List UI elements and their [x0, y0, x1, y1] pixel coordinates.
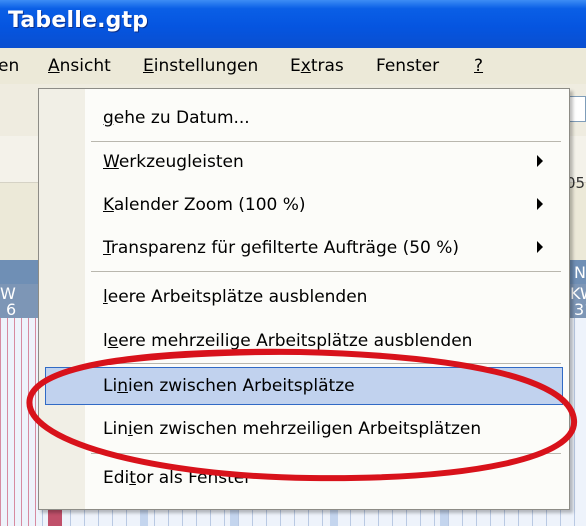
window-title: Tabelle.gtp: [8, 8, 149, 33]
menu-item-label: Linien zwischen Arbeitsplätze: [103, 376, 355, 396]
week-number-right: 31: [574, 300, 586, 319]
menu-separator: [91, 363, 561, 364]
menu-item-lines-between-workplaces[interactable]: Linien zwischen Arbeitsplätze: [45, 367, 563, 405]
menu-separator: [91, 453, 561, 454]
menu-item-hide-empty-multiline-workplaces[interactable]: leere mehrzeilige Arbeitsplätze ausblend…: [39, 322, 569, 360]
menu-item-fenster[interactable]: Fenster: [376, 56, 439, 76]
menu-separator: [91, 271, 561, 272]
submenu-arrow-icon: [537, 155, 543, 167]
menu-item-label: leere mehrzeilige Arbeitsplätze ausblend…: [103, 331, 473, 351]
menu-item-editor-as-window[interactable]: Editor als Fenster: [39, 459, 569, 497]
menu-item-goto-date[interactable]: gehe zu Datum...: [39, 99, 569, 137]
menu-item-label: Linien zwischen mehrzeiligen Arbeitsplät…: [103, 419, 482, 439]
menu-item-hide-empty-workplaces[interactable]: leere Arbeitsplätze ausblenden: [39, 278, 569, 316]
menu-item-toolbars[interactable]: Werkzeugleisten: [39, 143, 569, 181]
menu-item-label: leere Arbeitsplätze ausblenden: [103, 287, 368, 307]
calendar-grid-red-section: [0, 318, 36, 526]
menu-item-lines-between-multiline-workplaces[interactable]: Linien zwischen mehrzeiligen Arbeitsplät…: [39, 410, 569, 448]
menu-separator: [91, 141, 561, 142]
menu-item-help[interactable]: ?: [474, 56, 483, 76]
menu-item-calendar-zoom[interactable]: Kalender Zoom (100 %): [39, 186, 569, 224]
title-bar: Tabelle.gtp: [0, 0, 586, 48]
menu-item-label: gehe zu Datum...: [103, 108, 250, 128]
menu-item-label: Editor als Fenster: [103, 468, 252, 488]
submenu-arrow-icon: [537, 198, 543, 210]
menu-item-extras[interactable]: Extras: [290, 56, 344, 76]
ansicht-dropdown-menu: gehe zu Datum... Werkzeugleisten Kalende…: [38, 88, 570, 510]
menu-bar: en Ansicht Einstellungen Extras Fenster …: [0, 48, 586, 84]
menu-item-label: Transparenz für gefilterte Aufträge (50 …: [103, 238, 460, 258]
menu-item-transparency[interactable]: Transparenz für gefilterte Aufträge (50 …: [39, 229, 569, 267]
menu-item-dateien[interactable]: en: [0, 56, 19, 76]
week-number-left: 6: [6, 300, 17, 319]
menu-item-label: Werkzeugleisten: [103, 152, 244, 172]
menu-item-label: Kalender Zoom (100 %): [103, 195, 306, 215]
header-right-text: N: [574, 263, 586, 282]
menu-item-ansicht[interactable]: Ansicht: [48, 56, 111, 76]
menu-item-einstellungen[interactable]: Einstellungen: [143, 56, 258, 76]
submenu-arrow-icon: [537, 241, 543, 253]
